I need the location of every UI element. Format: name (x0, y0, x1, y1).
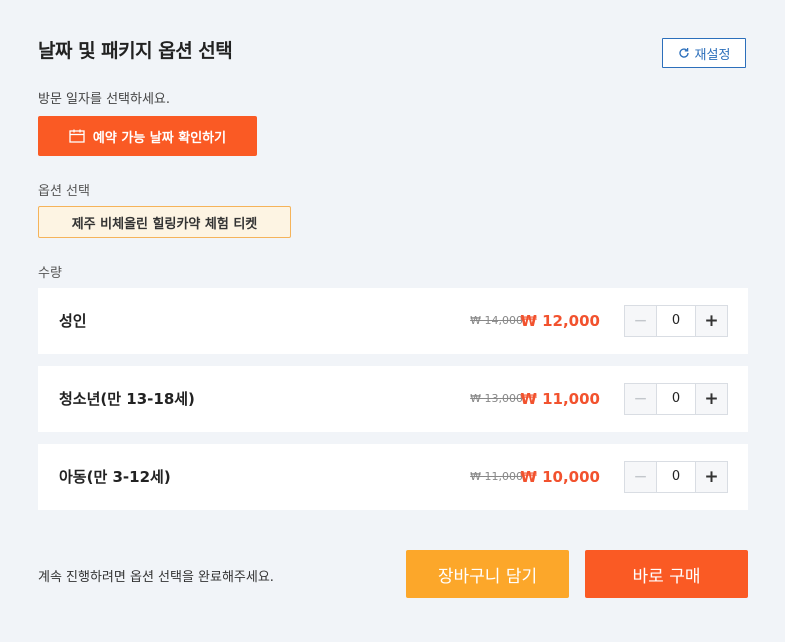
ticket-name: 청소년(만 13-18세) (59, 390, 195, 408)
sale-price: ₩ 10,000 (520, 468, 600, 486)
ticket-row-adult: 성인 ₩ 14,000 ₩ 12,000 − 0 + (38, 288, 748, 354)
quantity-stepper: − 0 + (624, 461, 728, 493)
refresh-icon (678, 48, 689, 58)
buy-now-button[interactable]: 바로 구매 (585, 550, 748, 598)
decrement-button[interactable]: − (625, 306, 657, 336)
quantity-stepper: − 0 + (624, 383, 728, 415)
increment-button[interactable]: + (695, 462, 727, 492)
add-to-cart-button[interactable]: 장바구니 담기 (406, 550, 569, 598)
check-dates-label: 예약 가능 날짜 확인하기 (92, 130, 227, 146)
visit-date-label: 방문 일자를 선택하세요. (38, 92, 170, 107)
increment-button[interactable]: + (695, 384, 727, 414)
quantity-stepper: − 0 + (624, 305, 728, 337)
ticket-row-youth: 청소년(만 13-18세) ₩ 13,000 ₩ 11,000 − 0 + (38, 366, 748, 432)
ticket-name: 아동(만 3-12세) (59, 468, 171, 486)
increment-button[interactable]: + (695, 306, 727, 336)
sale-price: ₩ 12,000 (520, 312, 600, 330)
quantity-value[interactable]: 0 (657, 462, 695, 492)
calendar-icon (69, 129, 85, 143)
completion-note: 계속 진행하려면 옵션 선택을 완료해주세요. (38, 570, 274, 585)
quantity-value[interactable]: 0 (657, 384, 695, 414)
check-dates-button[interactable]: 예약 가능 날짜 확인하기 (38, 116, 257, 156)
decrement-button[interactable]: − (625, 462, 657, 492)
option-label: 옵션 선택 (38, 184, 90, 199)
sale-price: ₩ 11,000 (520, 390, 600, 408)
option-chip-label: 제주 비체올린 힐링카약 체험 티켓 (71, 216, 258, 232)
quantity-label: 수량 (38, 266, 62, 281)
original-price: ₩ 13,000 (470, 392, 523, 405)
original-price: ₩ 14,000 (470, 314, 523, 327)
ticket-name: 성인 (59, 312, 87, 330)
quantity-value[interactable]: 0 (657, 306, 695, 336)
page-title: 날짜 및 패키지 옵션 선택 (38, 40, 233, 62)
ticket-row-child: 아동(만 3-12세) ₩ 11,000 ₩ 10,000 − 0 + (38, 444, 748, 510)
reset-label: 재설정 (694, 47, 731, 63)
original-price: ₩ 11,000 (470, 470, 523, 483)
option-chip-selected[interactable]: 제주 비체올린 힐링카약 체험 티켓 (38, 206, 291, 238)
decrement-button[interactable]: − (625, 384, 657, 414)
reset-button[interactable]: 재설정 (662, 38, 746, 68)
